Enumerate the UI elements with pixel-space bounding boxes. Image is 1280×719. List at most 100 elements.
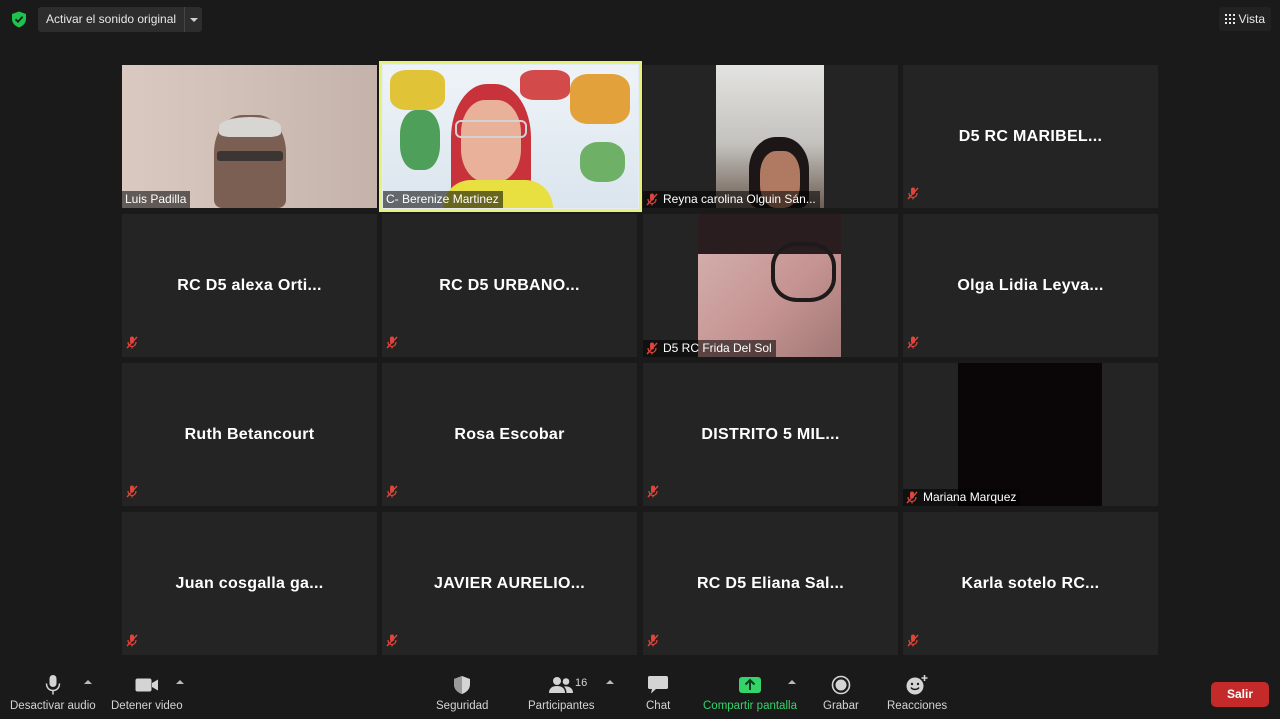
- share-screen-icon: [738, 672, 762, 698]
- map-continent: [570, 74, 630, 124]
- participant-video-dark: [958, 363, 1102, 506]
- zoom-meeting-window: Activar el sonido original Vista Luis Pa…: [0, 0, 1280, 719]
- meeting-toolbar: Desactivar audio Detener video Seguridad…: [0, 668, 1280, 719]
- security-label: Seguridad: [436, 700, 489, 712]
- mic-muted-icon: [126, 485, 138, 503]
- face-shape: [461, 100, 521, 182]
- mic-muted-icon: [907, 336, 919, 354]
- participant-name-label: Mariana Marquez: [903, 489, 1021, 506]
- participant-name: C- Berenize Martinez: [386, 192, 499, 206]
- mic-muted-icon: [647, 634, 659, 652]
- original-sound-control: Activar el sonido original: [38, 7, 203, 32]
- participant-tile-rosa[interactable]: Rosa Escobar: [382, 363, 637, 506]
- mic-muted-icon: [386, 336, 398, 354]
- participant-name-centered: DISTRITO 5 MIL...: [701, 425, 840, 443]
- participant-tile-frida[interactable]: D5 RC Frida Del Sol: [643, 214, 898, 357]
- map-continent: [580, 142, 625, 182]
- original-sound-button[interactable]: Activar el sonido original: [38, 7, 184, 32]
- view-label: Vista: [1238, 12, 1265, 26]
- chat-button[interactable]: Chat: [646, 672, 670, 712]
- participant-name: D5 RC Frida Del Sol: [663, 341, 772, 355]
- participant-tile-maribel[interactable]: D5 RC MARIBEL...: [903, 65, 1158, 208]
- participants-options-chevron-up-icon[interactable]: [606, 680, 614, 684]
- participant-tile-reyna[interactable]: Reyna carolina Olguin Sán...: [643, 65, 898, 208]
- participant-name-centered: JAVIER AURELIO...: [434, 574, 585, 592]
- reactions-label: Reacciones: [887, 700, 948, 712]
- share-screen-label: Compartir pantalla: [703, 700, 797, 712]
- chat-label: Chat: [646, 700, 671, 712]
- participant-tile-eliana[interactable]: RC D5 Eliana Sal...: [643, 512, 898, 655]
- chat-bubble-icon: [647, 672, 669, 698]
- stop-video-button[interactable]: Detener video: [111, 672, 183, 712]
- participant-name-label: D5 RC Frida Del Sol: [643, 340, 776, 357]
- mic-muted-icon: [126, 634, 138, 652]
- map-continent: [520, 70, 570, 100]
- map-continent: [400, 110, 440, 170]
- participant-name-centered: Karla sotelo RC...: [961, 574, 1100, 592]
- view-button[interactable]: Vista: [1218, 7, 1271, 31]
- glasses-shape: [455, 120, 527, 138]
- participant-tile-karla[interactable]: Karla sotelo RC...: [903, 512, 1158, 655]
- share-screen-button[interactable]: Compartir pantalla: [703, 672, 797, 712]
- participant-tile-olga[interactable]: Olga Lidia Leyva...: [903, 214, 1158, 357]
- microphone-icon: [45, 672, 61, 698]
- participant-tile-berenize[interactable]: C- Berenize Martinez: [379, 61, 642, 212]
- mic-muted-icon: [907, 187, 919, 205]
- participant-name-label: Reyna carolina Olguin Sán...: [643, 191, 820, 208]
- leave-button[interactable]: Salir: [1211, 682, 1269, 707]
- participant-tile-mariana[interactable]: Mariana Marquez: [903, 363, 1158, 506]
- participant-name-label: C- Berenize Martinez: [383, 191, 503, 208]
- glasses-shape: [771, 242, 836, 302]
- share-options-chevron-up-icon[interactable]: [788, 680, 796, 684]
- video-camera-icon: [135, 672, 159, 698]
- security-button[interactable]: Seguridad: [436, 672, 488, 712]
- original-sound-dropdown[interactable]: [184, 7, 202, 32]
- participant-name-centered: Ruth Betancourt: [184, 425, 315, 443]
- participant-name-centered: RC D5 alexa Orti...: [177, 276, 322, 294]
- shield-check-icon[interactable]: [11, 11, 27, 28]
- reactions-button[interactable]: Reacciones: [887, 672, 947, 712]
- participants-count: 16: [575, 677, 588, 689]
- mic-muted-icon: [906, 491, 918, 504]
- shield-icon: [453, 672, 471, 698]
- participant-name-centered: D5 RC MARIBEL...: [958, 127, 1103, 145]
- glasses-shape: [217, 151, 283, 161]
- hair-shape: [219, 117, 281, 137]
- participant-name-centered: Juan cosgalla ga...: [175, 574, 324, 592]
- video-options-chevron-up-icon[interactable]: [176, 680, 184, 684]
- participant-name: Reyna carolina Olguin Sán...: [663, 192, 816, 206]
- chevron-down-icon: [189, 17, 198, 22]
- participant-tile-ruth[interactable]: Ruth Betancourt: [122, 363, 377, 506]
- record-icon: [831, 672, 851, 698]
- record-button[interactable]: Grabar: [823, 672, 859, 712]
- participant-tile-alexa[interactable]: RC D5 alexa Orti...: [122, 214, 377, 357]
- participant-tile-javier[interactable]: JAVIER AURELIO...: [382, 512, 637, 655]
- participant-name-centered: Rosa Escobar: [454, 425, 565, 443]
- participant-name-centered: RC D5 Eliana Sal...: [696, 574, 845, 592]
- participant-name: Luis Padilla: [125, 192, 187, 206]
- smiley-plus-icon: [905, 672, 929, 698]
- mic-muted-icon: [646, 342, 658, 355]
- mic-muted-icon: [647, 485, 659, 503]
- stop-video-label: Detener video: [111, 700, 183, 712]
- audio-options-chevron-up-icon[interactable]: [84, 680, 92, 684]
- mic-muted-icon: [646, 193, 658, 206]
- mic-muted-icon: [386, 634, 398, 652]
- mute-audio-button[interactable]: Desactivar audio: [10, 672, 96, 712]
- grid-icon: [1224, 14, 1235, 24]
- participants-label: Participantes: [528, 700, 595, 712]
- mic-muted-icon: [126, 336, 138, 354]
- participant-name-label: Luis Padilla: [122, 191, 191, 208]
- top-bar: Activar el sonido original Vista: [0, 0, 1280, 40]
- participant-name-centered: Olga Lidia Leyva...: [957, 276, 1104, 294]
- mic-muted-icon: [907, 634, 919, 652]
- participant-tile-luis[interactable]: Luis Padilla: [122, 65, 377, 208]
- mute-audio-label: Desactivar audio: [10, 700, 96, 712]
- participant-tile-distrito[interactable]: DISTRITO 5 MIL...: [643, 363, 898, 506]
- map-continent: [390, 70, 445, 110]
- participant-tile-urbano[interactable]: RC D5 URBANO...: [382, 214, 637, 357]
- participant-tile-juan[interactable]: Juan cosgalla ga...: [122, 512, 377, 655]
- mic-muted-icon: [386, 485, 398, 503]
- participants-icon: [548, 672, 574, 698]
- participant-name-centered: RC D5 URBANO...: [439, 276, 580, 294]
